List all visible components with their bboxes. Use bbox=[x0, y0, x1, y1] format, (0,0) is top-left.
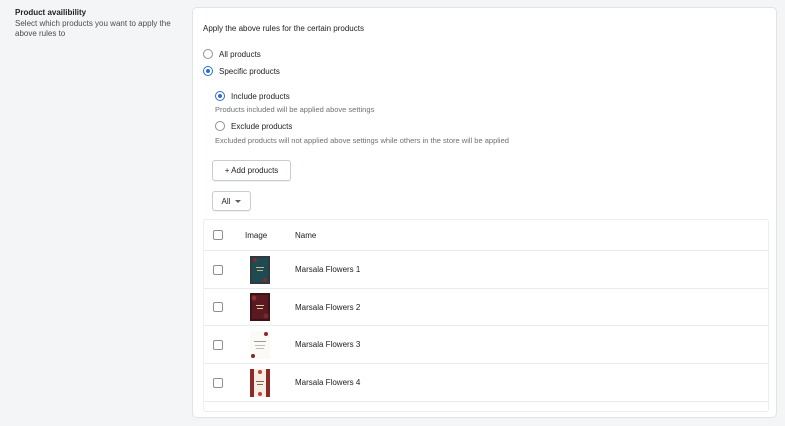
product-name: Marsala Flowers 3 bbox=[295, 340, 361, 349]
radio-include-products-control[interactable] bbox=[215, 91, 225, 101]
radio-exclude-products-label: Exclude products bbox=[231, 121, 293, 131]
section-intro: Product availibility Select which produc… bbox=[15, 8, 185, 39]
radio-include-products[interactable]: Include products bbox=[215, 91, 290, 101]
product-thumbnail bbox=[250, 293, 270, 321]
add-products-button[interactable]: + Add products bbox=[212, 160, 291, 181]
product-thumbnail bbox=[250, 368, 270, 397]
select-all-checkbox[interactable] bbox=[213, 230, 223, 240]
filter-dropdown[interactable]: All bbox=[212, 191, 251, 211]
radio-specific-products[interactable]: Specific products bbox=[203, 66, 280, 76]
column-header-name: Name bbox=[295, 230, 317, 240]
radio-all-products-label: All products bbox=[219, 49, 261, 59]
exclude-help-text: Excluded products will not applied above… bbox=[215, 136, 509, 145]
chevron-down-icon bbox=[235, 199, 242, 203]
product-name: Marsala Flowers 2 bbox=[295, 302, 361, 312]
radio-exclude-products-control[interactable] bbox=[215, 121, 225, 131]
row-checkbox[interactable] bbox=[213, 377, 223, 388]
products-table: Image Name Marsala Flowers 1 Marsala Flo… bbox=[203, 219, 769, 412]
row-checkbox[interactable] bbox=[213, 339, 223, 350]
table-row[interactable]: Marsala Flowers 4 bbox=[204, 364, 768, 402]
product-name: Marsala Flowers 1 bbox=[295, 265, 361, 274]
product-name: Marsala Flowers 4 bbox=[295, 378, 361, 387]
radio-exclude-products[interactable]: Exclude products bbox=[215, 121, 292, 131]
radio-specific-products-control[interactable] bbox=[203, 66, 213, 76]
product-thumbnail bbox=[250, 330, 270, 359]
section-title: Product availibility bbox=[15, 8, 87, 17]
product-thumbnail bbox=[250, 255, 270, 284]
card-intro: Apply the above rules for the certain pr… bbox=[203, 24, 364, 33]
include-help-text: Products included will be applied above … bbox=[215, 105, 375, 114]
table-header-row: Image Name bbox=[204, 220, 768, 251]
radio-specific-products-label: Specific products bbox=[219, 66, 280, 76]
row-checkbox[interactable] bbox=[213, 264, 223, 275]
column-header-image: Image bbox=[245, 230, 268, 240]
row-checkbox[interactable] bbox=[213, 302, 223, 312]
radio-all-products-control[interactable] bbox=[203, 49, 213, 59]
section-description: Select which products you want to apply … bbox=[15, 19, 171, 38]
product-availability-card: Apply the above rules for the certain pr… bbox=[192, 7, 777, 418]
table-row[interactable]: Marsala Flowers 1 bbox=[204, 251, 768, 289]
radio-all-products[interactable]: All products bbox=[203, 49, 261, 59]
radio-include-products-label: Include products bbox=[231, 91, 290, 101]
table-row[interactable]: Marsala Flowers 3 bbox=[204, 326, 768, 364]
table-row[interactable]: Marsala Flowers 2 bbox=[204, 289, 768, 326]
filter-selected-value: All bbox=[221, 196, 231, 206]
